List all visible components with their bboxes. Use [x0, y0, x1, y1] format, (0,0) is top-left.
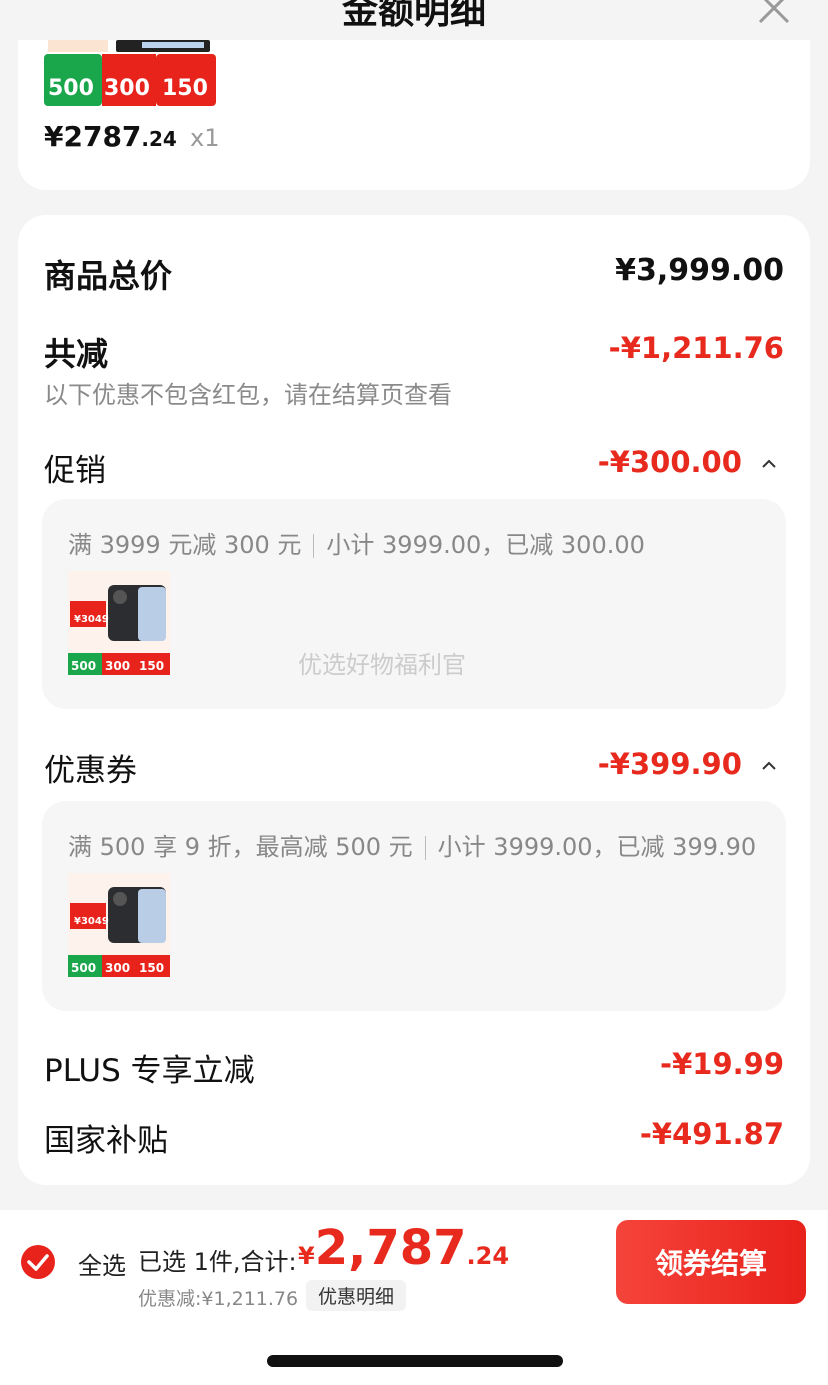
total-price-value: ¥3,999.00: [615, 253, 784, 288]
item-price: ¥2787.24: [44, 120, 177, 153]
checkout-bar: 全选 已选 1件,合计: ¥2,787.24 优惠减:¥1,211.76 优惠明…: [0, 1210, 828, 1312]
coupon-value: -¥399.90: [597, 747, 742, 781]
thumb-badge-500: 500: [71, 961, 96, 975]
promotion-toggle[interactable]: -¥300.00: [598, 445, 776, 479]
thumb-badge-300: 300: [105, 961, 130, 975]
coupon-rule-line: 满 500 享 9 折，最高减 500 元小计 3999.00，已减 399.9…: [68, 827, 756, 862]
thumb-badge-300: 300: [105, 659, 130, 673]
promotion-rule: 满 3999 元减 300 元: [68, 531, 302, 559]
divider: [424, 836, 426, 860]
thumb-badge-150: 150: [139, 961, 164, 975]
item-quantity: x1: [190, 124, 220, 152]
discount-summary: 优惠减:¥1,211.76: [138, 1288, 299, 1310]
coupon-detail: 满 500 享 9 折，最高减 500 元小计 3999.00，已减 399.9…: [42, 801, 786, 1011]
total-reduce-label: 共减: [44, 335, 109, 373]
thumb-price: ¥3049: [74, 916, 109, 927]
product-card: 500 300 150 ¥2787.24 x1: [18, 40, 810, 190]
coupon-label: 优惠券: [44, 753, 137, 789]
subsidy-value: -¥491.87: [639, 1117, 784, 1151]
watermark: 优选好物福利官: [298, 651, 466, 679]
chevron-up-icon: [762, 459, 776, 468]
thumb-price: ¥3049: [74, 614, 109, 625]
divider: [313, 534, 315, 558]
price-detail-card: 商品总价 ¥3,999.00 共减 -¥1,211.76 以下优惠不包含红包，请…: [18, 215, 810, 1185]
checkout-button[interactable]: 领券结算: [616, 1220, 806, 1304]
item-price-dec: .24: [141, 127, 177, 151]
coupon-rule: 满 500 享 9 折，最高减 500 元: [68, 833, 413, 861]
selected-count: 已选 1件,合计:: [138, 1248, 297, 1276]
svg-text:150: 150: [162, 76, 208, 101]
product-thumbnail: ¥3049 500 300 150: [68, 873, 170, 977]
svg-text:300: 300: [104, 76, 150, 101]
select-all-label[interactable]: 全选: [78, 1246, 126, 1281]
total-int: 2,787: [314, 1220, 467, 1276]
promotion-label: 促销: [44, 453, 106, 489]
promotion-subtotal: 小计 3999.00，已减 300.00: [326, 531, 645, 559]
item-price-int: ¥2787: [44, 120, 142, 153]
plus-discount-value: -¥19.99: [660, 1047, 784, 1081]
chevron-up-icon: [762, 761, 776, 770]
checkbox-checked-icon[interactable]: [20, 1244, 56, 1280]
discount-detail-button[interactable]: 优惠明细: [306, 1280, 407, 1311]
svg-text:500: 500: [48, 76, 94, 101]
promotion-rule-line: 满 3999 元减 300 元小计 3999.00，已减 300.00: [68, 525, 645, 560]
close-icon[interactable]: [756, 0, 792, 26]
total-amount: ¥2,787.24: [298, 1220, 509, 1276]
total-currency: ¥: [298, 1242, 315, 1270]
coupon-toggle[interactable]: -¥399.90: [598, 747, 776, 781]
thumb-badge-150: 150: [139, 659, 164, 673]
total-price-label: 商品总价: [44, 257, 173, 295]
total-reduce-value: -¥1,211.76: [608, 331, 784, 365]
product-thumbnail: 500 300 150: [44, 40, 216, 106]
thumb-badge-500: 500: [71, 659, 96, 673]
product-thumbnail: ¥3049 500 300 150: [68, 571, 170, 675]
home-indicator[interactable]: [267, 1355, 563, 1367]
promotion-value: -¥300.00: [597, 445, 742, 479]
subsidy-label: 国家补贴: [44, 1123, 168, 1159]
total-dec: .24: [466, 1242, 510, 1270]
sheet-title: 金额明细: [341, 0, 486, 32]
bottom-safe-area: [0, 1312, 828, 1385]
discount-note: 以下优惠不包含红包，请在结算页查看: [44, 381, 452, 409]
plus-discount-label: PLUS 专享立减: [44, 1053, 255, 1089]
coupon-subtotal: 小计 3999.00，已减 399.90: [437, 833, 757, 861]
